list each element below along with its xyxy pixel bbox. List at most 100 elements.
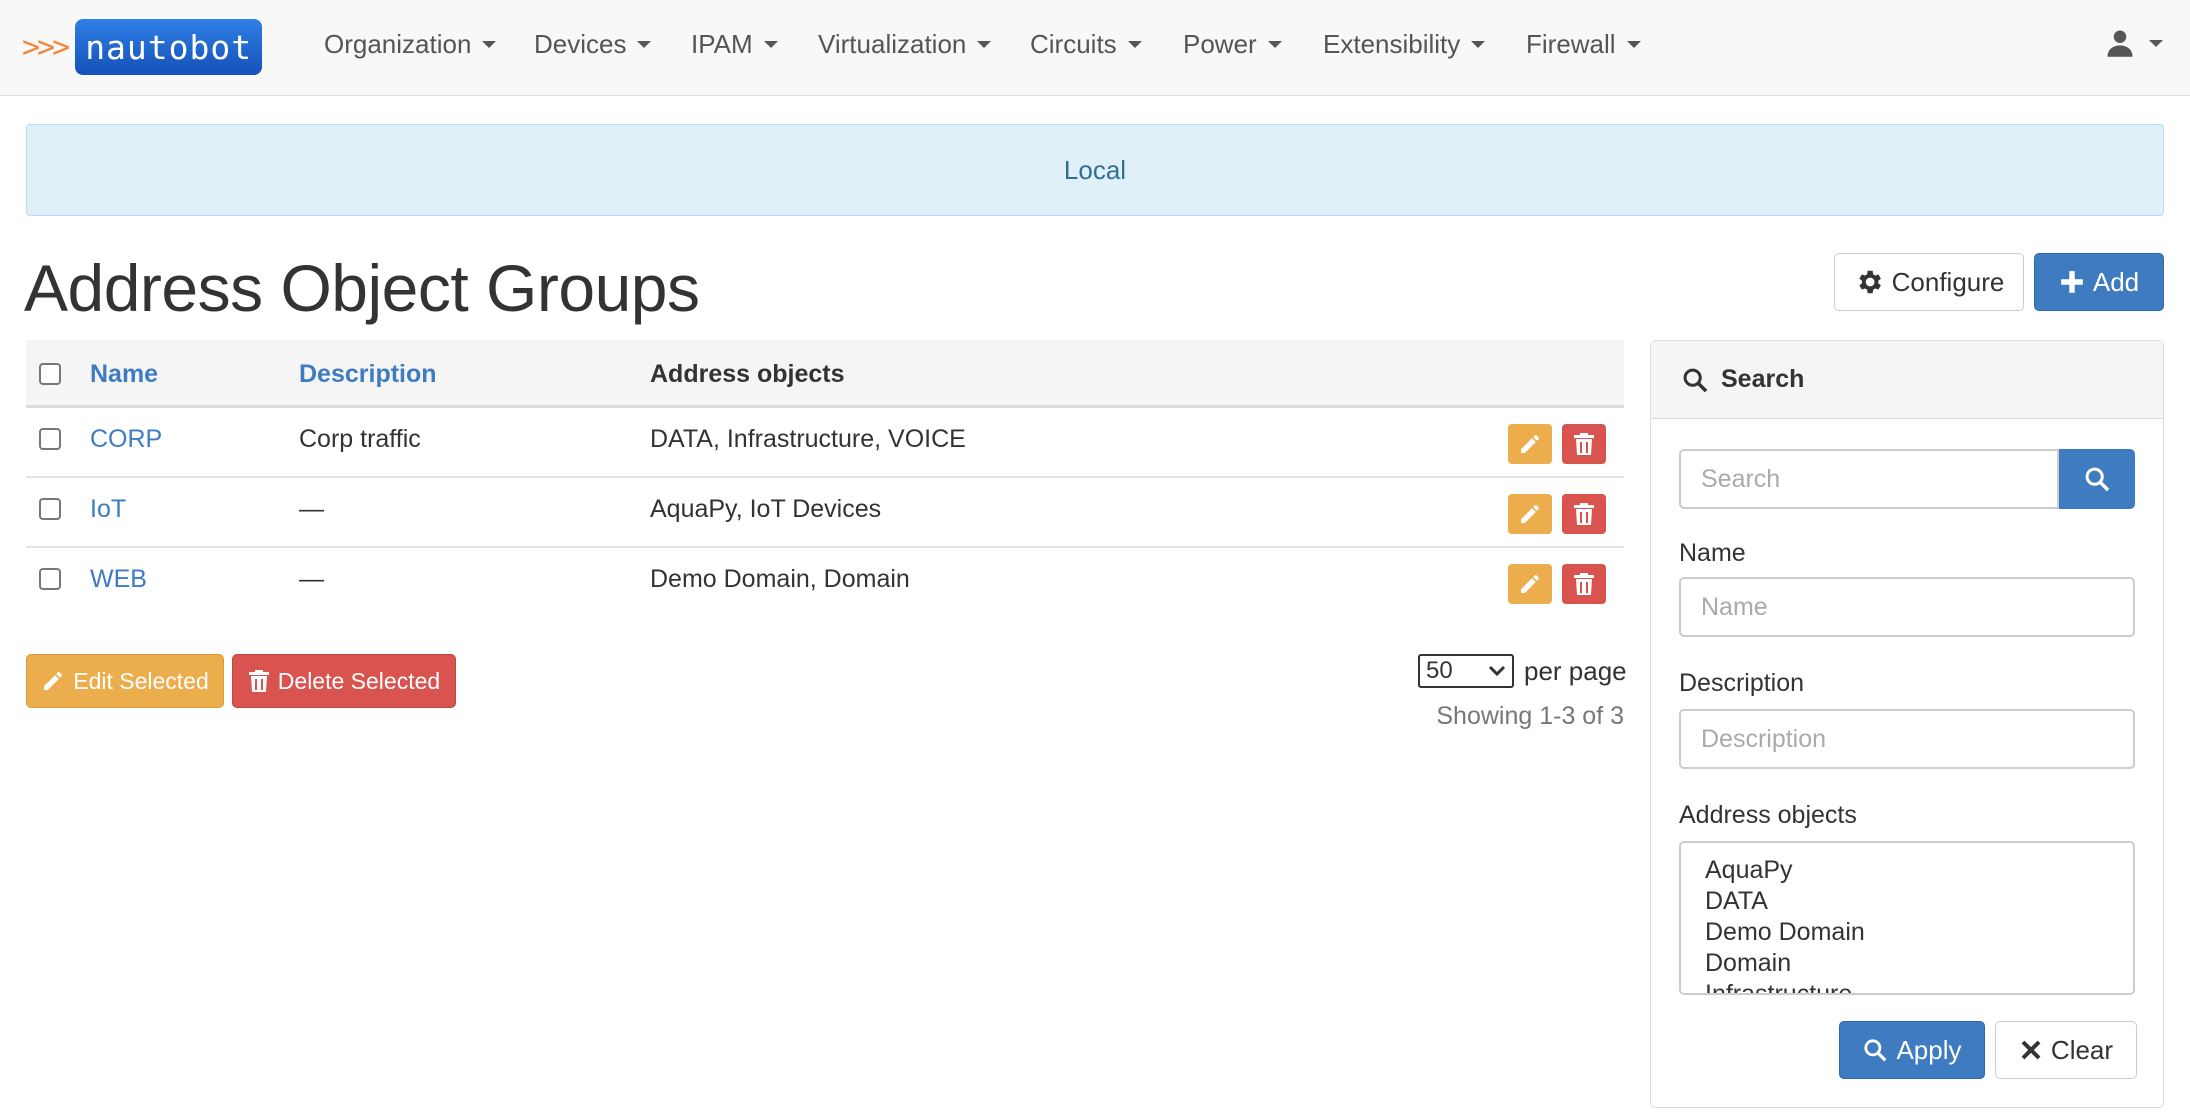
edit-row-button[interactable]: [1508, 564, 1552, 604]
name-filter-label: Name: [1679, 539, 1746, 567]
caret-down-icon: [482, 40, 497, 48]
user-menu[interactable]: [2105, 28, 2163, 58]
row-address-objects: Demo Domain, Domain: [650, 564, 910, 593]
row-name-link[interactable]: IoT: [90, 478, 126, 540]
multiselect-option[interactable]: Domain: [1705, 948, 2133, 979]
row-checkbox[interactable]: [39, 428, 61, 450]
trash-icon: [1574, 433, 1594, 455]
table-header: Name Description Address objects: [26, 340, 1624, 408]
nav-label: Power: [1183, 28, 1257, 59]
nav-firewall[interactable]: Firewall: [1526, 24, 1641, 64]
edit-selected-button[interactable]: Edit Selected: [26, 654, 224, 708]
site-banner: Local: [26, 124, 2164, 216]
search-icon: [2085, 467, 2110, 492]
column-header-description[interactable]: Description: [299, 340, 437, 408]
clear-button[interactable]: Clear: [1995, 1021, 2137, 1079]
brand-name: nautobot: [75, 19, 263, 75]
nav-label: Organization: [324, 28, 472, 59]
table-row: CORP Corp traffic DATA, Infrastructure, …: [26, 408, 1624, 478]
apply-label: Apply: [1896, 1034, 1962, 1065]
caret-down-icon: [977, 40, 992, 48]
caret-down-icon: [1267, 40, 1282, 48]
search-button[interactable]: [2059, 449, 2135, 509]
multiselect-option[interactable]: DATA: [1705, 886, 2133, 917]
edit-row-button[interactable]: [1508, 494, 1552, 534]
search-panel: Search Search Name Name Description Desc…: [1650, 340, 2164, 1108]
delete-selected-label: Delete Selected: [277, 667, 441, 694]
nav-label: Circuits: [1030, 28, 1117, 59]
pencil-icon: [1521, 575, 1539, 593]
delete-selected-button[interactable]: Delete Selected: [232, 654, 456, 708]
delete-row-button[interactable]: [1562, 424, 1606, 464]
multiselect-option[interactable]: AquaPy: [1705, 855, 2133, 886]
add-button[interactable]: Add: [2034, 253, 2164, 311]
brand-logo[interactable]: >>> nautobot: [22, 18, 263, 76]
caret-down-icon: [1471, 40, 1486, 48]
row-checkbox[interactable]: [39, 498, 61, 520]
nav-label: Firewall: [1526, 28, 1616, 59]
row-address-objects: DATA, Infrastructure, VOICE: [650, 424, 966, 453]
nav-devices[interactable]: Devices: [534, 24, 652, 64]
row-address-objects: AquaPy, IoT Devices: [650, 494, 882, 523]
trash-icon: [1574, 503, 1594, 525]
configure-button[interactable]: Configure: [1834, 253, 2024, 311]
pencil-icon: [44, 672, 63, 690]
multiselect-option[interactable]: Demo Domain: [1705, 917, 2133, 948]
quick-search: Search: [1679, 449, 2135, 509]
pencil-icon: [1521, 505, 1539, 523]
page-title: Address Object Groups: [24, 251, 700, 325]
table-row: WEB — Demo Domain, Domain: [26, 548, 1624, 618]
nav-label: Devices: [534, 28, 627, 59]
nav-virtualization[interactable]: Virtualization: [818, 24, 992, 64]
pencil-icon: [1521, 435, 1539, 453]
banner-text: Local: [1063, 154, 1127, 185]
description-filter-label: Description: [1679, 669, 1805, 697]
row-checkbox[interactable]: [39, 568, 61, 590]
delete-row-button[interactable]: [1562, 564, 1606, 604]
row-name-link[interactable]: WEB: [90, 548, 147, 610]
nav-organization[interactable]: Organization: [324, 24, 497, 64]
nav-label: Extensibility: [1323, 28, 1461, 59]
caret-down-icon: [1127, 40, 1142, 48]
search-panel-header: Search: [1651, 341, 2163, 419]
row-name-link[interactable]: CORP: [90, 408, 162, 470]
edit-selected-label: Edit Selected: [73, 667, 209, 694]
navbar: >>> nautobot Organization Devices IPAM V…: [0, 0, 2190, 96]
search-icon: [1864, 1039, 1887, 1062]
search-icon: [1683, 368, 1708, 392]
description-filter-input[interactable]: Description: [1679, 709, 2135, 769]
multiselect-option[interactable]: Infrastructure: [1705, 979, 2133, 993]
edit-row-button[interactable]: [1508, 424, 1552, 464]
caret-down-icon: [2149, 39, 2163, 47]
configure-label: Configure: [1891, 266, 2005, 297]
column-header-name[interactable]: Name: [90, 340, 158, 408]
nav-label: IPAM: [691, 28, 753, 59]
caret-down-icon: [637, 40, 652, 48]
select-all-checkbox[interactable]: [39, 363, 61, 385]
close-icon: [2021, 1040, 2041, 1060]
column-header-address-objects: Address objects: [650, 359, 845, 388]
chevron-down-icon: [1488, 665, 1506, 677]
results-table: Name Description Address objects CORP Co…: [26, 340, 1624, 618]
nav-circuits[interactable]: Circuits: [1030, 24, 1142, 64]
apply-button[interactable]: Apply: [1839, 1021, 1985, 1079]
nav-label: Virtualization: [818, 28, 967, 59]
gear-icon: [1859, 270, 1881, 294]
caret-down-icon: [1626, 40, 1641, 48]
row-description: Corp traffic: [299, 424, 421, 453]
search-input[interactable]: Search: [1679, 449, 2060, 509]
results-count: Showing 1-3 of 3: [1436, 702, 1624, 730]
nav-ipam[interactable]: IPAM: [691, 24, 778, 64]
nav-power[interactable]: Power: [1183, 24, 1282, 64]
caret-down-icon: [763, 40, 778, 48]
per-page-select[interactable]: 50: [1418, 654, 1514, 688]
delete-row-button[interactable]: [1562, 494, 1606, 534]
table-row: IoT — AquaPy, IoT Devices: [26, 478, 1624, 548]
per-page-value: 50: [1426, 657, 1453, 684]
address-objects-multiselect[interactable]: AquaPy DATA Demo Domain Domain Infrastru…: [1679, 841, 2135, 995]
plus-icon: [2061, 271, 2083, 293]
nav-extensibility[interactable]: Extensibility: [1323, 24, 1486, 64]
address-objects-filter-label: Address objects: [1679, 801, 1857, 829]
user-icon: [2107, 30, 2133, 57]
name-filter-input[interactable]: Name: [1679, 577, 2135, 637]
